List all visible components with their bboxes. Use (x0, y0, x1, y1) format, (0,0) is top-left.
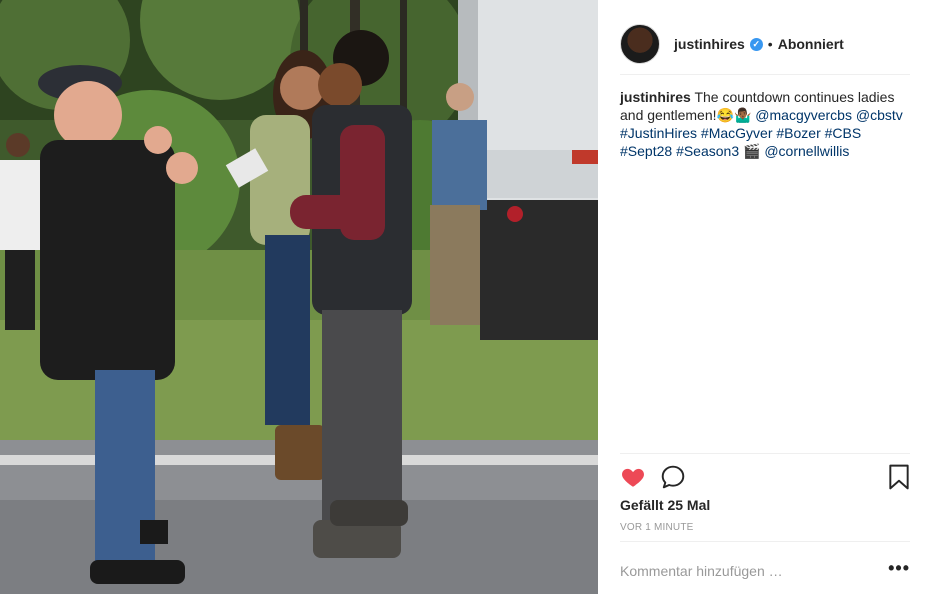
instagram-post: justinhires ✓ • Abonniert justinhires Th… (0, 0, 930, 594)
post-sidebar: justinhires ✓ • Abonniert justinhires Th… (598, 0, 930, 594)
hashtag-link[interactable]: #JustinHires (620, 125, 697, 141)
header-separator: • (767, 36, 773, 52)
header-username[interactable]: justinhires (674, 36, 745, 52)
bookmark-icon[interactable] (888, 464, 910, 490)
verified-badge-icon: ✓ (749, 37, 763, 51)
hashtag-link[interactable]: #Sept28 (620, 143, 672, 159)
more-options-icon[interactable]: ••• (888, 558, 910, 579)
post-actions-bar (620, 453, 910, 496)
avatar[interactable] (620, 24, 660, 64)
caption-emoji: 🎬 (743, 143, 761, 159)
post-header: justinhires ✓ • Abonniert (620, 14, 910, 75)
likes-count[interactable]: Gefällt 25 Mal (620, 497, 710, 513)
mention-link[interactable]: @cornellwillis (764, 143, 849, 159)
hashtag-link[interactable]: #CBS (825, 125, 862, 141)
mention-link[interactable]: @cbstv (856, 107, 903, 123)
comment-input[interactable]: Kommentar hinzufügen … (620, 563, 783, 579)
post-timestamp: VOR 1 MINUTE (620, 522, 694, 533)
heart-icon[interactable] (620, 464, 646, 490)
post-caption: justinhires The countdown continues ladi… (620, 88, 910, 160)
hashtag-link[interactable]: #MacGyver (701, 125, 773, 141)
hashtag-link[interactable]: #Season3 (676, 143, 739, 159)
caption-username[interactable]: justinhires (620, 89, 691, 105)
set-photo-illustration (0, 0, 598, 594)
hashtag-link[interactable]: #Bozer (776, 125, 820, 141)
follow-status-button[interactable]: Abonniert (778, 36, 844, 52)
comment-form: Kommentar hinzufügen … ••• (620, 541, 910, 595)
mention-link[interactable]: @macgyvercbs (755, 107, 852, 123)
post-photo[interactable] (0, 0, 598, 594)
comment-icon[interactable] (660, 464, 686, 490)
